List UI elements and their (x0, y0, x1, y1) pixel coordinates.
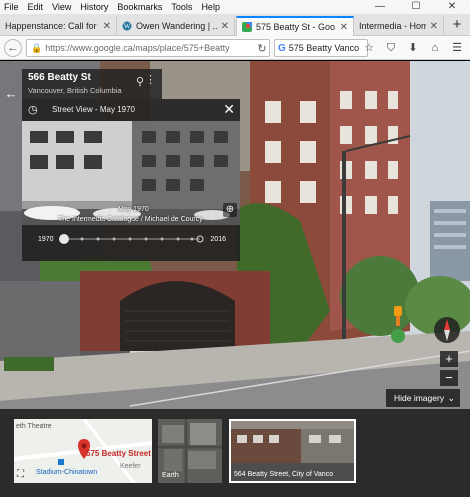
hide-imagery-label: Hide imagery (394, 393, 445, 403)
navigation-bar: ← 🔒 https://www.google.ca/maps/place/575… (0, 36, 470, 60)
earth-thumbnail[interactable]: Earth (158, 419, 222, 483)
tab-label: Happenstance: Call for ... (5, 21, 99, 31)
download-icon[interactable]: ⬇ (402, 39, 424, 57)
menu-edit[interactable]: Edit (28, 2, 44, 12)
menu-view[interactable]: View (52, 2, 71, 12)
reload-icon[interactable]: ↻ (255, 42, 269, 55)
fullscreen-icon[interactable]: ⛶ (17, 469, 24, 480)
location-pin-icon[interactable]: ⚲ (136, 75, 144, 88)
close-icon[interactable]: ✕ (340, 22, 348, 33)
hide-imagery-button[interactable]: Hide imagery ⌄ (386, 389, 460, 407)
tab-label: 575 Beatty St - Goo... (256, 22, 336, 32)
tab-google-maps[interactable]: 575 Beatty St - Goo... ✕ (236, 16, 354, 36)
minimize-icon[interactable]: — (362, 0, 398, 14)
search-text: 575 Beatty Vanco (288, 43, 360, 53)
slider-end-year: 2016 (210, 236, 226, 243)
time-machine-header: ◷ Street View - May 1970 ✕ (22, 99, 240, 121)
menu-history[interactable]: History (80, 2, 108, 12)
menu-bookmarks[interactable]: Bookmarks (117, 2, 162, 12)
pocket-icon[interactable]: ⛉ (380, 39, 402, 57)
menu-tools[interactable]: Tools (171, 2, 192, 12)
menu-file[interactable]: File (4, 2, 19, 12)
bookmark-star-icon[interactable]: ☆ (358, 39, 380, 57)
historic-photo[interactable]: May 1970 The Intermedia Catalogue / Mich… (22, 121, 240, 225)
more-options-icon[interactable]: ⋮ (145, 73, 156, 86)
history-clock-icon[interactable]: ◷ (28, 103, 38, 116)
time-machine-panel: ◷ Street View - May 1970 ✕ May 1970 The … (22, 99, 240, 261)
slider-track[interactable] (22, 225, 240, 261)
menu-help[interactable]: Help (201, 2, 220, 12)
map-label-street: Keefer (120, 463, 141, 470)
back-button[interactable]: ← (4, 39, 22, 57)
zoom-photo-icon[interactable]: ⊕ (223, 203, 237, 217)
chevron-down-icon: ⌄ (447, 393, 455, 403)
street-view-thumbnail[interactable]: 564 Beatty Street, City of Vanco (229, 419, 356, 483)
close-icon[interactable]: ✕ (103, 21, 111, 32)
menu-icon[interactable]: ☰ (446, 39, 468, 57)
close-window-icon[interactable]: ✕ (434, 0, 470, 14)
google-search-icon: G (278, 42, 286, 54)
tab-intermedia[interactable]: Intermedia - Home ✕ (354, 16, 444, 36)
close-icon[interactable]: ✕ (430, 21, 438, 32)
imagery-carousel: eth Theatre 575 Beatty Street Stadium-Ch… (0, 409, 470, 497)
google-maps-icon (242, 22, 252, 32)
slider-thumb[interactable] (59, 234, 69, 244)
tab-bar: Happenstance: Call for ... ✕ W Owen Wand… (0, 14, 470, 36)
map-label-theatre: eth Theatre (16, 423, 52, 430)
close-icon[interactable]: ✕ (221, 21, 229, 32)
wordpress-icon: W (122, 21, 132, 31)
tab-owen-wandering[interactable]: W Owen Wandering | ... ✕ (117, 16, 235, 36)
photo-date: May 1970 (118, 206, 149, 213)
window-controls: — ☐ ✕ (362, 0, 470, 14)
pegman-icon[interactable] (390, 304, 406, 344)
url-bar[interactable]: 🔒 https://www.google.ca/maps/place/575+B… (26, 39, 270, 57)
photo-credit: The Intermedia Catalogue / Michael de Co… (58, 216, 203, 223)
lock-icon: 🔒 (31, 42, 43, 53)
search-bar[interactable]: G 575 Beatty Vanco (274, 39, 368, 57)
street-view-card-label: 564 Beatty Street, City of Vanco (234, 471, 334, 478)
map-card-label: 575 Beatty Street (86, 449, 151, 458)
place-card[interactable]: 566 Beatty St Vancouver, British Columbi… (22, 69, 162, 99)
maximize-icon[interactable]: ☐ (398, 0, 434, 14)
year-slider[interactable]: 1970 2016 (22, 225, 240, 261)
home-icon[interactable]: ⌂ (424, 39, 446, 57)
tab-happenstance[interactable]: Happenstance: Call for ... ✕ (0, 16, 117, 36)
tab-label: Intermedia - Home (359, 21, 426, 31)
new-tab-button[interactable]: + (450, 16, 464, 34)
earth-card-label: Earth (162, 472, 179, 479)
map-label-station: Stadium-Chinatown (36, 469, 98, 476)
map-thumbnail[interactable]: eth Theatre 575 Beatty Street Stadium-Ch… (14, 419, 152, 483)
time-machine-label: Street View - May 1970 (52, 105, 136, 114)
zoom-in-button[interactable]: + (440, 351, 458, 367)
back-arrow-icon[interactable]: ← (2, 85, 20, 103)
compass-icon[interactable] (433, 316, 461, 344)
svg-text:W: W (124, 23, 131, 31)
url-text: https://www.google.ca/maps/place/575+Bea… (45, 43, 230, 53)
toolbar-icons: ☆ ⛉ ⬇ ⌂ ☰ (358, 39, 468, 57)
close-icon[interactable]: ✕ (223, 101, 235, 118)
tab-label: Owen Wandering | ... (136, 21, 217, 31)
street-view-viewport[interactable]: ← 566 Beatty St Vancouver, British Colum… (0, 61, 470, 497)
zoom-out-button[interactable]: − (440, 370, 458, 386)
